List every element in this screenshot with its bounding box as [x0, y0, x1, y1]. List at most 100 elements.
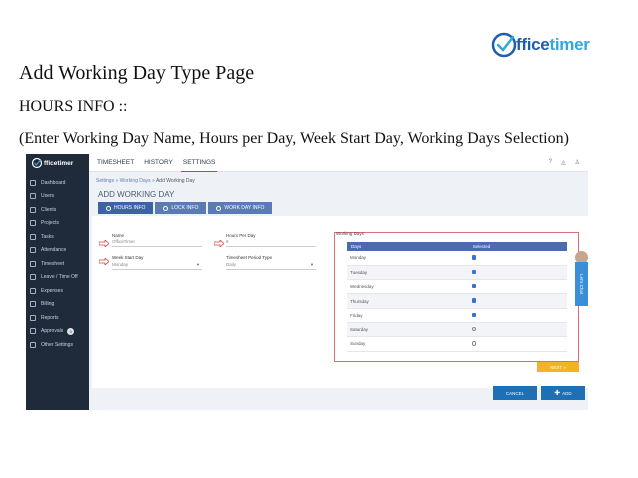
day-checkbox-checked[interactable] [471, 298, 477, 303]
sidebar-item-clients[interactable]: Clients [26, 203, 89, 217]
logo-text-main: ffice [516, 35, 550, 54]
plus-icon: ✚ [554, 390, 561, 397]
table-row: Monday [347, 251, 567, 266]
hours-per-day-label: Hours Per Day [226, 233, 256, 238]
day-checkbox-checked[interactable] [471, 269, 477, 275]
tab-settings[interactable]: SETTINGS [180, 154, 218, 172]
page-title: Add Working Day Type Page [19, 62, 255, 84]
timesheet-period-value: Daily [226, 262, 237, 267]
add-button[interactable]: ✚ ADD [541, 386, 585, 400]
breadcrumb-current: Add Working Day [155, 178, 195, 184]
sidebar-logo[interactable]: fficetimer [26, 154, 89, 172]
day-checkbox-checked[interactable] [471, 283, 477, 289]
breadcrumb-working-days[interactable]: Working Days [120, 178, 151, 184]
timesheet-icon [30, 260, 36, 267]
tab-lock-info[interactable]: LOCK INFO [155, 202, 207, 214]
sidebar-item-users[interactable]: Users [26, 190, 89, 204]
tab-timesheet[interactable]: TIMESHEET [95, 154, 136, 172]
dashboard-icon [30, 179, 36, 186]
breadcrumb: Settings » Working Days » Add Working Da… [96, 178, 195, 184]
help-icon[interactable]: ? [549, 159, 552, 166]
sidebar-item-attendance[interactable]: Attendance [26, 244, 89, 258]
officetimer-logo: fficetimer [490, 30, 600, 60]
tab-hours-info[interactable]: HOURS INFO [98, 202, 154, 214]
working-days-table: Days Selected Monday Tuesday Wednesday T… [347, 242, 567, 352]
week-start-day-value: Monday [112, 262, 129, 267]
gear-icon [30, 341, 36, 348]
timesheet-period-label: Timesheet Period Type [226, 255, 273, 260]
sidebar-item-label: Users [41, 193, 55, 200]
sidebar-item-billing[interactable]: Billing [26, 298, 89, 312]
day-checkbox-unchecked[interactable] [471, 326, 477, 332]
form-tabs: HOURS INFO LOCK INFO WORK DAY INFO [98, 202, 273, 214]
chat-tab[interactable]: Let's Chat [575, 262, 588, 306]
sidebar-logo-text: fficetimer [44, 159, 74, 167]
sidebar-item-tasks[interactable]: Tasks [26, 230, 89, 244]
name-input[interactable]: OfficeTimer [112, 239, 202, 247]
week-start-day-select[interactable]: Monday ▼ [112, 262, 202, 270]
instruction-text: (Enter Working Day Name, Hours per Day, … [19, 130, 569, 147]
cancel-button[interactable]: CANCEL [493, 386, 537, 400]
hours-per-day-input[interactable]: 8 [226, 239, 316, 247]
sidebar-item-label: Tasks [41, 233, 54, 240]
sidebar-item-leave[interactable]: Leave / Time Off [26, 271, 89, 285]
leave-icon [30, 274, 36, 281]
bell-icon[interactable]: ◬ [561, 159, 566, 166]
section-title: ADD WORKING DAY [98, 190, 175, 199]
table-row: Sunday [347, 336, 567, 352]
day-cell: Saturday [347, 322, 469, 338]
day-checkbox-unchecked[interactable] [471, 341, 477, 346]
logo-check-icon [31, 157, 43, 169]
sidebar-item-expenses[interactable]: Expenses [26, 284, 89, 298]
week-start-day-label: Week Start Day [112, 255, 144, 260]
chevron-down-icon: ▼ [310, 262, 314, 267]
day-cell: Monday [347, 251, 469, 266]
col-days: Days [347, 242, 469, 251]
col-selected: Selected [468, 242, 567, 251]
sidebar-item-label: Leave / Time Off [41, 274, 78, 281]
tab-history[interactable]: HISTORY [142, 154, 175, 172]
logo-text-accent: timer [549, 35, 590, 54]
sidebar-item-projects[interactable]: Projects [26, 217, 89, 231]
user-icon[interactable]: ♙ [575, 159, 580, 166]
expenses-icon [30, 287, 36, 294]
sidebar-item-other-settings[interactable]: Other Settings [26, 338, 89, 352]
section-subtitle: HOURS INFO :: [19, 98, 128, 115]
working-days-title: Working Days [336, 231, 364, 236]
day-checkbox-checked[interactable] [471, 255, 477, 260]
sidebar-item-label: Other Settings [41, 341, 73, 348]
approvals-count-badge: 0 [67, 327, 75, 335]
sidebar-item-dashboard[interactable]: Dashboard [26, 176, 89, 190]
tab-label: LOCK INFO [171, 205, 199, 211]
table-row: Wednesday [347, 279, 567, 295]
sidebar-item-label: Timesheet [41, 260, 65, 267]
table-row: Thursday [347, 293, 567, 309]
next-button[interactable]: NEXT » [537, 362, 579, 372]
sidebar-item-label: Projects [41, 220, 60, 227]
sidebar-item-label: Approvals [41, 328, 64, 335]
sidebar-item-timesheet[interactable]: Timesheet [26, 257, 89, 271]
clock-icon [106, 205, 111, 211]
day-cell: Thursday [347, 293, 469, 309]
breadcrumb-settings[interactable]: Settings [96, 178, 114, 184]
sidebar-item-approvals[interactable]: Approvals 0 [26, 325, 89, 339]
table-row: Tuesday [347, 265, 567, 281]
clients-icon [30, 206, 36, 213]
timesheet-period-select[interactable]: Daily ▼ [226, 262, 316, 270]
top-nav: TIMESHEET HISTORY SETTINGS ? ◬ ♙ [89, 154, 588, 172]
tab-label: WORK DAY INFO [224, 205, 265, 211]
tab-work-day-info[interactable]: WORK DAY INFO [208, 202, 273, 214]
table-row: Saturday [347, 322, 567, 338]
red-arrow-icon [99, 240, 109, 247]
day-cell: Wednesday [347, 279, 469, 295]
chevron-down-icon: ▼ [196, 262, 200, 267]
sidebar-item-label: Clients [41, 206, 57, 213]
sidebar-item-label: Expenses [41, 287, 63, 294]
tab-label: HOURS INFO [114, 205, 146, 211]
info-icon [216, 205, 222, 211]
lock-icon [163, 205, 169, 211]
name-label: Name [112, 233, 125, 238]
sidebar-item-reports[interactable]: Reports [26, 311, 89, 325]
tasks-icon [30, 233, 36, 240]
day-checkbox-checked[interactable] [471, 312, 477, 318]
